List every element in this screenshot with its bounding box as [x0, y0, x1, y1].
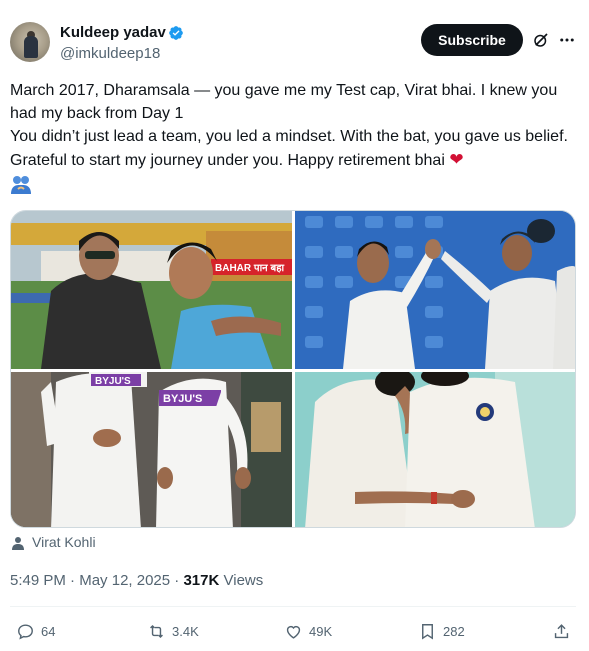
- repost-count: 3.4K: [172, 624, 199, 639]
- reply-button[interactable]: 64: [16, 622, 55, 641]
- people-hugging-icon: [11, 176, 31, 194]
- author-name[interactable]: Kuldeep yadav: [60, 24, 166, 41]
- author-handle[interactable]: @imkuldeep18: [60, 45, 160, 62]
- subscribe-button[interactable]: Subscribe: [421, 24, 523, 56]
- photo-embrace-art: [295, 372, 575, 527]
- photo-embrace-teal[interactable]: [295, 372, 575, 527]
- views-count: 317K: [183, 572, 220, 589]
- tweet-text-line1: March 2017, Dharamsala — you gave me my …: [10, 82, 558, 122]
- meta-separator-2: ·: [170, 572, 184, 589]
- tweet: Kuldeep yadav @imkuldeep18 Subscribe Mar…: [0, 0, 589, 651]
- like-count: 49K: [309, 624, 333, 639]
- tweet-text: March 2017, Dharamsala — you gave me my …: [10, 79, 580, 172]
- heart-emoji: ❤: [449, 150, 464, 169]
- views-label: Views: [223, 572, 264, 589]
- sponsor-logo-1: BYJU'S: [95, 376, 131, 387]
- repost-icon: [150, 624, 163, 639]
- heart-icon: [286, 625, 301, 639]
- photo-high-five-art: [295, 211, 575, 369]
- meta-separator-1: ·: [65, 572, 80, 589]
- repost-button[interactable]: 3.4K: [147, 622, 199, 641]
- verified-badge-icon: [169, 26, 183, 40]
- avatar-figure-body: [24, 36, 38, 58]
- tweet-time[interactable]: 5:49 PM: [10, 572, 66, 589]
- tagged-user[interactable]: Virat Kohli: [32, 534, 96, 550]
- divider: [10, 606, 576, 607]
- tweet-text-line2: You didn’t just lead a team, you led a m…: [10, 128, 568, 169]
- photo-walking-whites[interactable]: BYJU'S BYJU'S: [11, 372, 292, 527]
- share-button[interactable]: [552, 622, 577, 641]
- person-tag-icon: [12, 537, 24, 550]
- bookmark-icon: [422, 624, 433, 640]
- reply-icon: [18, 624, 33, 640]
- photo-hug-stadium-art: BAHAR पान बहा: [11, 211, 292, 369]
- media-grid[interactable]: BAHAR पान बहा BYJU'S BYJU'S: [10, 210, 576, 528]
- photo-high-five-stands[interactable]: [295, 211, 575, 369]
- stadium-signage: BAHAR पान बहा: [215, 263, 285, 274]
- share-icon: [554, 624, 569, 639]
- bookmark-button[interactable]: 282: [418, 622, 465, 641]
- bookmark-count: 282: [443, 624, 465, 639]
- like-button[interactable]: 49K: [284, 622, 332, 641]
- tweet-text-line2-wrap: You didn’t just lead a team, you led a m…: [10, 125, 580, 172]
- sponsor-logo-2: BYJU'S: [163, 393, 202, 405]
- tweet-meta: 5:49 PM · May 12, 2025 · 317K Views: [10, 572, 263, 589]
- photo-hug-stadium[interactable]: BAHAR पान बहा: [11, 211, 292, 369]
- tweet-date[interactable]: May 12, 2025: [79, 572, 170, 589]
- reply-count: 64: [41, 624, 56, 639]
- grok-icon[interactable]: [532, 31, 550, 49]
- avatar[interactable]: [10, 22, 50, 62]
- more-icon[interactable]: [558, 31, 576, 49]
- photo-walking-art: BYJU'S BYJU'S: [11, 372, 292, 527]
